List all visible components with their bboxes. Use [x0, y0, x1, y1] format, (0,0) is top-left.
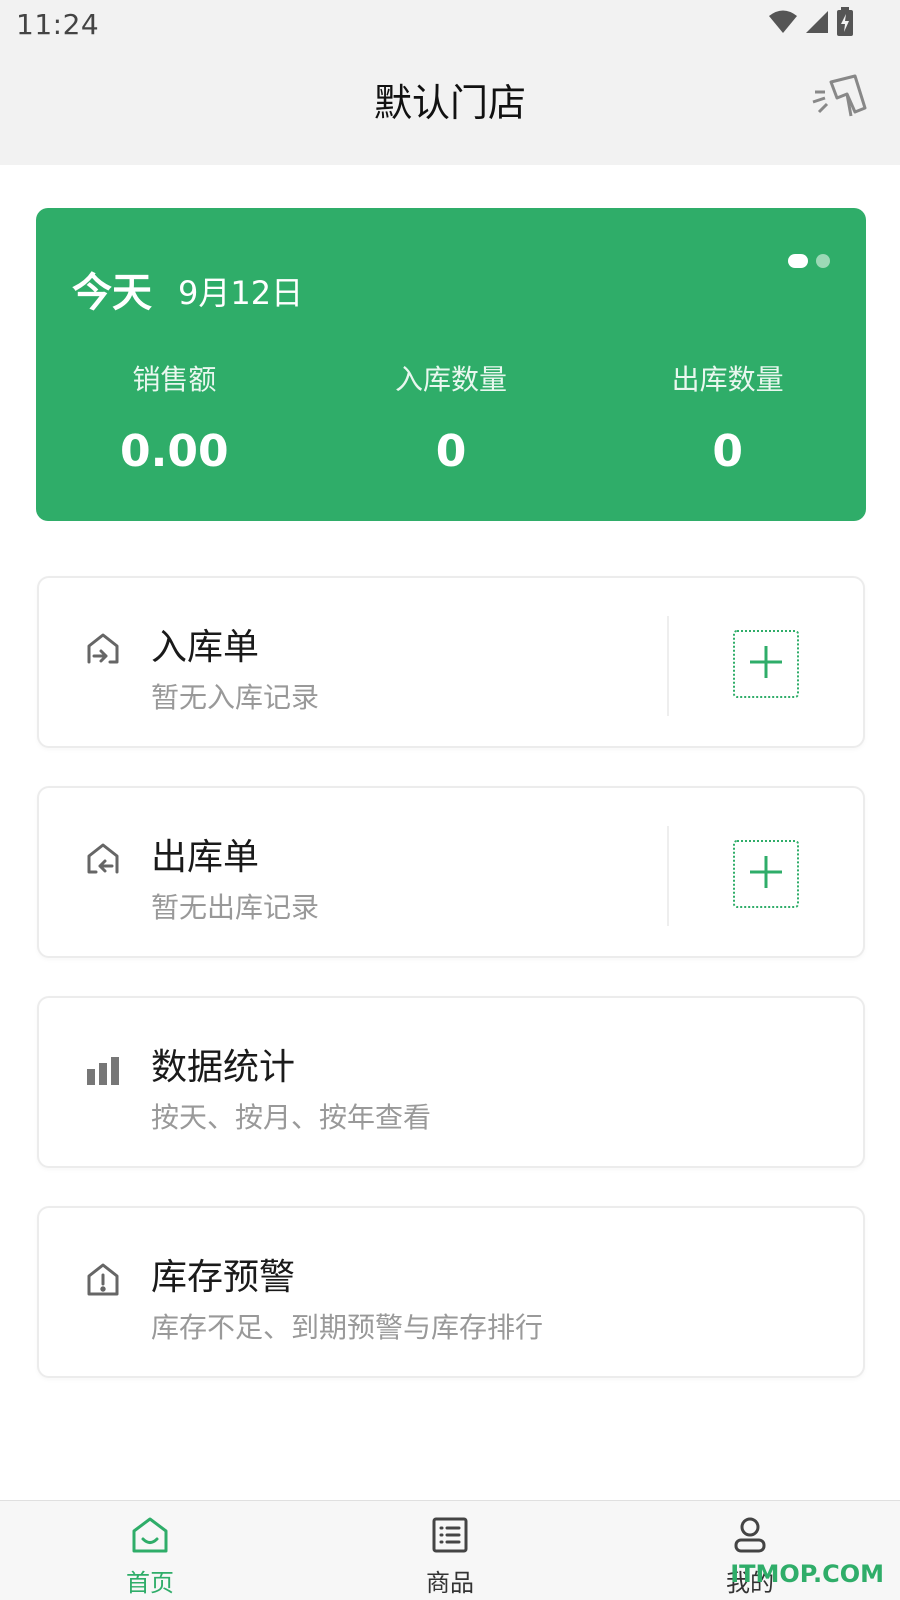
battery-icon: [836, 7, 854, 41]
today-summary-card[interactable]: 今天 9月12日 销售额 0.00 入库数量 0 出库数量 0: [36, 208, 866, 521]
card-subtitle: 按天、按月、按年查看: [151, 1101, 432, 1134]
stock-warning-card[interactable]: 库存预警 库存不足、到期预警与库存排行: [37, 1206, 865, 1378]
list-icon: [428, 1513, 472, 1557]
signal-icon: [804, 9, 830, 39]
card-title: 数据统计: [151, 1047, 296, 1088]
plus-icon: [748, 644, 784, 684]
today-label: 今天: [72, 270, 152, 316]
plus-icon: [748, 854, 784, 894]
scanner-icon: [811, 72, 869, 128]
stat-label: 销售额: [132, 363, 217, 396]
stat-outbound-qty: 出库数量 0: [589, 358, 866, 477]
stat-value: 0.00: [120, 426, 229, 477]
card-subtitle: 库存不足、到期预警与库存排行: [151, 1311, 544, 1344]
add-inbound-button[interactable]: [733, 630, 799, 698]
summary-date: 9月12日: [178, 274, 304, 312]
data-statistics-card[interactable]: 数据统计 按天、按月、按年查看: [37, 996, 865, 1168]
divider: [667, 826, 669, 926]
pager-dot: [816, 254, 830, 268]
stat-inbound-qty: 入库数量 0: [313, 358, 590, 477]
pager-dot-active: [788, 254, 808, 268]
bar-chart-icon: [83, 1050, 123, 1090]
inbound-order-card[interactable]: 入库单 暂无入库记录: [37, 576, 865, 748]
user-icon: [728, 1513, 772, 1557]
stat-label: 入库数量: [395, 363, 508, 396]
divider: [667, 616, 669, 716]
nav-home[interactable]: 首页: [0, 1501, 300, 1600]
stats-row: 销售额 0.00 入库数量 0 出库数量 0: [36, 358, 866, 477]
nav-label: 商品: [426, 1569, 474, 1597]
card-title: 入库单: [151, 627, 260, 668]
card-title: 库存预警: [151, 1257, 296, 1298]
home-icon: [128, 1513, 172, 1557]
outbound-icon: [83, 840, 123, 880]
warning-house-icon: [83, 1260, 123, 1300]
carousel-indicator: [788, 254, 830, 268]
card-subtitle: 暂无入库记录: [151, 681, 320, 714]
stat-value: 0: [712, 426, 743, 477]
stat-sales: 销售额 0.00: [36, 358, 313, 477]
add-outbound-button[interactable]: [733, 840, 799, 908]
inbound-icon: [83, 630, 123, 670]
nav-products[interactable]: 商品: [300, 1501, 600, 1600]
stat-value: 0: [435, 426, 467, 477]
page-title: 默认门店: [373, 81, 526, 125]
top-bar: 11:24 默认门店: [0, 0, 900, 165]
outbound-order-card[interactable]: 出库单 暂无出库记录: [37, 786, 865, 958]
status-icons: [768, 7, 854, 41]
status-time: 11:24: [16, 8, 100, 41]
stat-label: 出库数量: [671, 363, 784, 396]
scan-button[interactable]: [810, 72, 870, 128]
card-subtitle: 暂无出库记录: [151, 891, 320, 924]
wifi-icon: [768, 9, 798, 39]
nav-label: 首页: [126, 1569, 174, 1597]
card-title: 出库单: [151, 837, 260, 878]
watermark-text: ITMOP.COM: [730, 1560, 884, 1588]
